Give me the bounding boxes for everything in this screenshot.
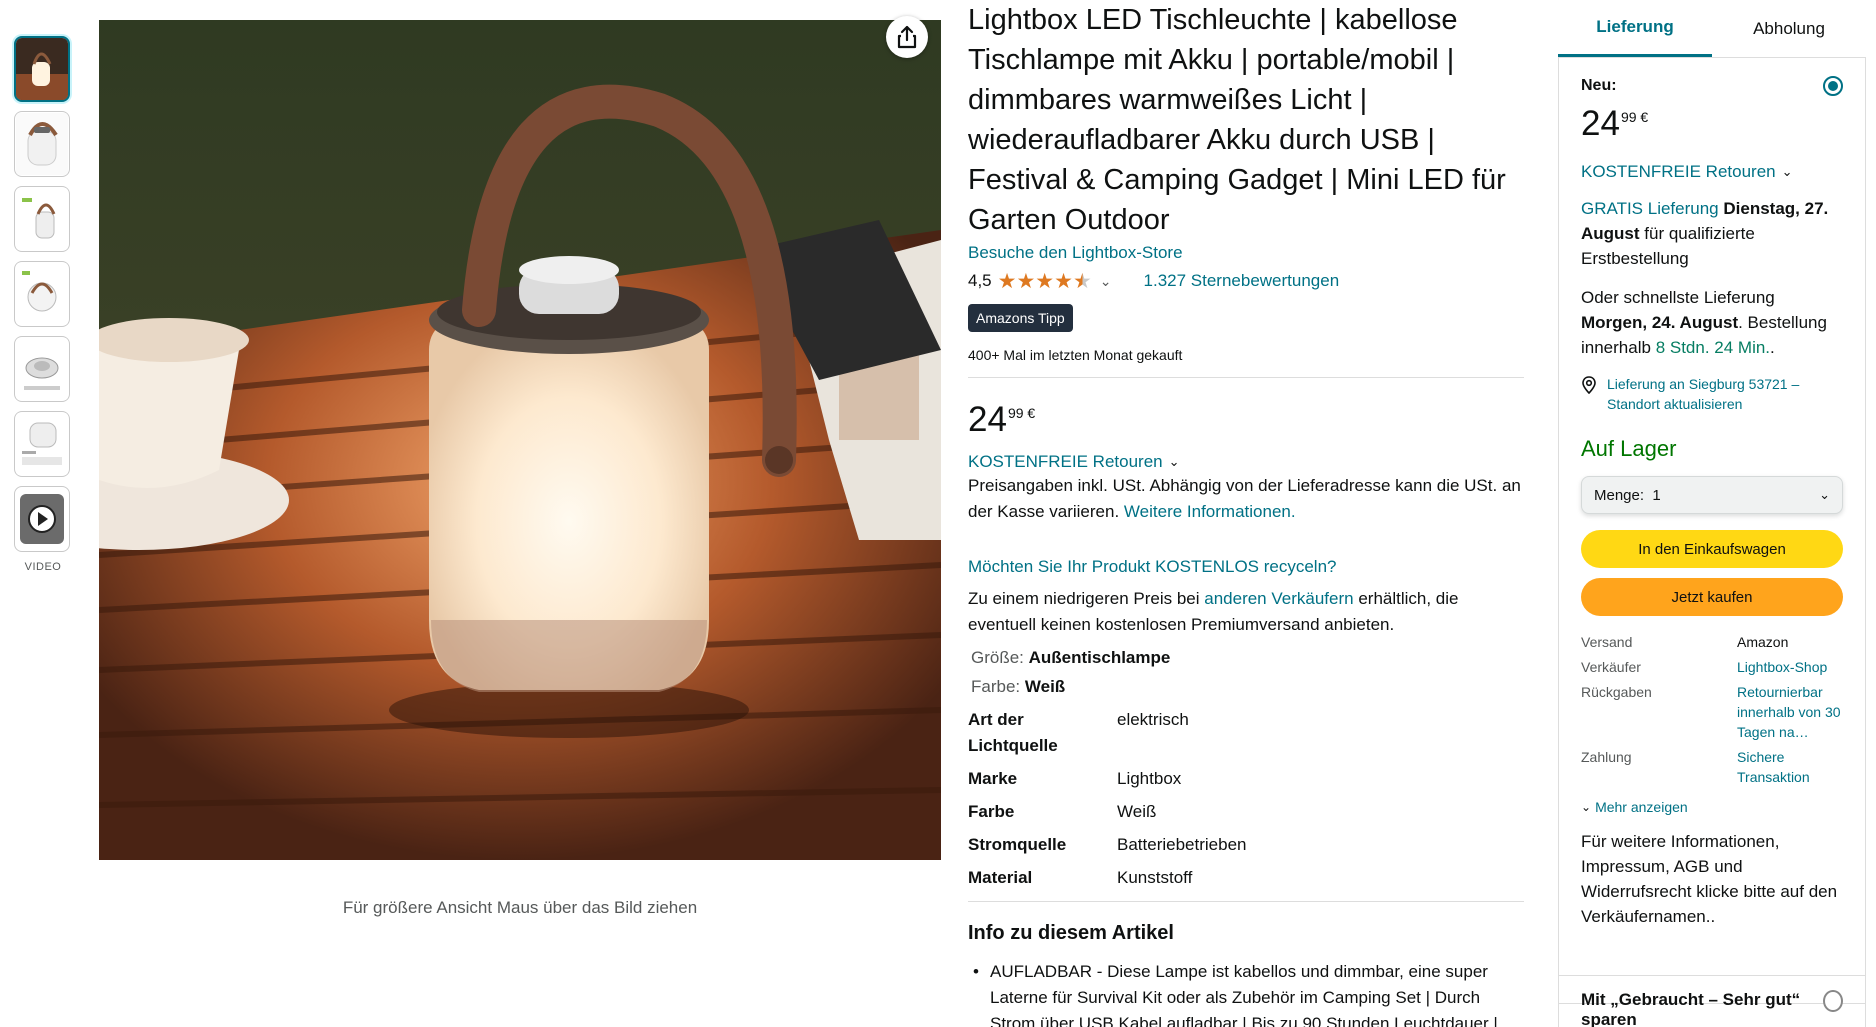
bought-count: 400+ Mal im letzten Monat gekauft bbox=[968, 347, 1183, 363]
chevron-down-icon: ⌄ bbox=[1781, 164, 1793, 179]
size-variant: Größe: Außentischlampe bbox=[971, 648, 1171, 667]
spec-row: Farbe Weiß bbox=[968, 802, 1157, 821]
seller-link[interactable]: Lightbox-Shop bbox=[1737, 657, 1843, 677]
offer-facts: Versand Amazon Verkäufer Lightbox-Shop Rüc… bbox=[1581, 632, 1843, 787]
video-label: VIDEO bbox=[24, 561, 62, 573]
quantity-label: Menge: bbox=[1594, 486, 1645, 504]
fast-delivery-info: Oder schnellste Lieferung Morgen, 24. Au… bbox=[1581, 288, 1827, 357]
quantity-value: 1 bbox=[1652, 486, 1661, 504]
divider bbox=[968, 901, 1524, 902]
thumbnail-1[interactable] bbox=[14, 36, 70, 102]
spec-row: Art der Lichtquelle elektrisch bbox=[968, 710, 1189, 755]
fact-row: Rückgaben Retournierbar innerhalb von 30 … bbox=[1581, 682, 1843, 742]
color-variant: Farbe: Weiß bbox=[971, 677, 1066, 696]
returns-policy-link[interactable]: Retournierbar innerhalb von 30 Tagen na… bbox=[1737, 682, 1843, 742]
tab-pickup[interactable]: Abholung bbox=[1712, 0, 1866, 57]
spec-table: Art der Lichtquelle elektrisch Marke Light… bbox=[968, 707, 1524, 891]
star-icon: ★ bbox=[1035, 269, 1055, 293]
used-offer-label: Mit „Gebraucht – Sehr gut“ sparen bbox=[1581, 990, 1801, 1027]
rating-row: 4,5 ★ ★ ★ ★ ★ ⌄ 1.327 Sternebewertungen bbox=[968, 269, 1524, 293]
new-label: Neu: bbox=[1581, 77, 1617, 94]
secure-transaction-link[interactable]: Sichere Transaktion bbox=[1737, 747, 1843, 787]
stock-status: Auf Lager bbox=[1581, 436, 1677, 461]
free-delivery-info: GRATIS Lieferung Dienstag, 27. August fü… bbox=[1581, 199, 1829, 268]
thumbnail-2[interactable] bbox=[14, 111, 70, 177]
thumbnail-image bbox=[16, 338, 68, 400]
fact-row: Versand Amazon bbox=[1581, 634, 1789, 650]
new-offer-box: Neu: 24 99 € KOSTENFREIE Retouren ⌄ GRAT… bbox=[1558, 58, 1866, 1004]
add-to-cart-button[interactable]: In den Einkaufswagen bbox=[1581, 530, 1843, 568]
buy-box: Lieferung Abholung Neu: 24 99 € KOSTENFR… bbox=[1558, 0, 1866, 1027]
recycle-link[interactable]: Möchten Sie Ihr Produkt KOSTENLOS recyce… bbox=[968, 557, 1524, 577]
tab-delivery[interactable]: Lieferung bbox=[1558, 0, 1712, 57]
star-icon: ★ bbox=[1054, 269, 1073, 293]
star-icon: ★ bbox=[997, 269, 1017, 293]
thumbnail-image bbox=[16, 263, 68, 325]
star-icon: ★ bbox=[1016, 269, 1036, 293]
thumbnail-4[interactable] bbox=[14, 261, 70, 327]
other-sellers-link[interactable]: anderen Verkäufern bbox=[1204, 589, 1353, 608]
chevron-down-icon: ⌄ bbox=[1581, 800, 1592, 814]
feature-bullet: AUFLADBAR - Diese Lampe ist kabellos und… bbox=[968, 959, 1524, 1027]
divider bbox=[968, 377, 1524, 378]
thumbnail-image bbox=[16, 413, 68, 475]
returns-link[interactable]: KOSTENFREIE Retouren ⌄ bbox=[968, 452, 1524, 472]
chevron-down-icon: ⌄ bbox=[1168, 454, 1180, 469]
chevron-down-icon: ⌄ bbox=[1819, 487, 1830, 502]
thumbnail-video[interactable] bbox=[14, 486, 70, 552]
seller-info-note: Für weitere Informationen, Impressum, AG… bbox=[1581, 832, 1838, 926]
lamp-photo bbox=[99, 20, 941, 860]
rating-count-link[interactable]: 1.327 Sternebewertungen bbox=[1144, 271, 1340, 291]
used-offer-option[interactable]: Mit „Gebraucht – Sehr gut“ sparen bbox=[1558, 975, 1866, 1027]
radio-unselected[interactable] bbox=[1823, 990, 1843, 1012]
price-fraction: 99 € bbox=[1007, 405, 1036, 421]
thumbnail-5[interactable] bbox=[14, 336, 70, 402]
amazons-choice-badge: Amazons Tipp bbox=[968, 304, 1073, 332]
rating-value: 4,5 bbox=[968, 271, 992, 290]
show-more-link[interactable]: ⌄ Mehr anzeigen bbox=[1581, 799, 1843, 815]
thumbnail-3[interactable] bbox=[14, 186, 70, 252]
half-star-icon: ★ bbox=[1072, 269, 1092, 293]
delivery-location[interactable]: Lieferung an Siegburg 53721 – Standort a… bbox=[1581, 374, 1843, 414]
spec-row: Marke Lightbox bbox=[968, 769, 1182, 788]
quantity-select[interactable]: Menge: 1 ⌄ bbox=[1581, 476, 1843, 514]
info-heading: Info zu diesem Artikel bbox=[968, 922, 1174, 944]
tax-note: Preisangaben inkl. USt. Abhängig von der… bbox=[968, 476, 1521, 521]
thumbnail-image bbox=[16, 188, 68, 250]
chevron-down-icon[interactable]: ⌄ bbox=[1100, 273, 1112, 290]
store-link[interactable]: Besuche den Lightbox-Store bbox=[968, 243, 1524, 263]
price-whole: 24 bbox=[968, 400, 1007, 439]
fact-row: Verkäufer Lightbox-Shop bbox=[1581, 657, 1843, 677]
spec-row: Material Kunststoff bbox=[968, 868, 1193, 887]
thumbnail-6[interactable] bbox=[14, 411, 70, 477]
countdown: 8 Stdn. 24 Min. bbox=[1655, 338, 1771, 357]
price: 24 99 € bbox=[968, 402, 1524, 438]
product-details: Lightbox LED Tischleuchte | kabellose Ti… bbox=[968, 0, 1524, 1027]
buybox-price: 24 99 € bbox=[1581, 104, 1649, 143]
share-button[interactable] bbox=[886, 16, 928, 58]
thumbnail-list: VIDEO bbox=[14, 36, 72, 573]
other-sellers-note: Zu einem niedrigeren Preis bei anderen V… bbox=[968, 589, 1459, 634]
radio-selected[interactable] bbox=[1823, 76, 1843, 96]
fact-row: Zahlung Sichere Transaktion bbox=[1581, 747, 1843, 787]
thumbnail-image bbox=[16, 38, 68, 100]
free-delivery-link[interactable]: GRATIS Lieferung bbox=[1581, 199, 1719, 218]
thumbnail-image bbox=[16, 113, 68, 175]
image-hover-hint: Für größere Ansicht Maus über das Bild z… bbox=[342, 898, 698, 917]
buybox-returns-link[interactable]: KOSTENFREIE Retouren ⌄ bbox=[1581, 162, 1843, 182]
new-offer-header[interactable]: Neu: bbox=[1581, 76, 1843, 96]
delivery-tabs: Lieferung Abholung bbox=[1558, 0, 1866, 58]
buy-now-button[interactable]: Jetzt kaufen bbox=[1581, 578, 1843, 616]
product-title: Lightbox LED Tischleuchte | kabellose Ti… bbox=[968, 4, 1506, 236]
star-rating[interactable]: ★ ★ ★ ★ ★ bbox=[998, 271, 1092, 292]
more-info-link[interactable]: Weitere Informationen. bbox=[1124, 502, 1296, 521]
share-icon bbox=[897, 25, 917, 49]
play-icon bbox=[20, 494, 64, 544]
main-product-image[interactable] bbox=[99, 20, 941, 860]
spec-row: Stromquelle Batteriebetrieben bbox=[968, 835, 1247, 854]
location-pin-icon bbox=[1581, 374, 1607, 414]
